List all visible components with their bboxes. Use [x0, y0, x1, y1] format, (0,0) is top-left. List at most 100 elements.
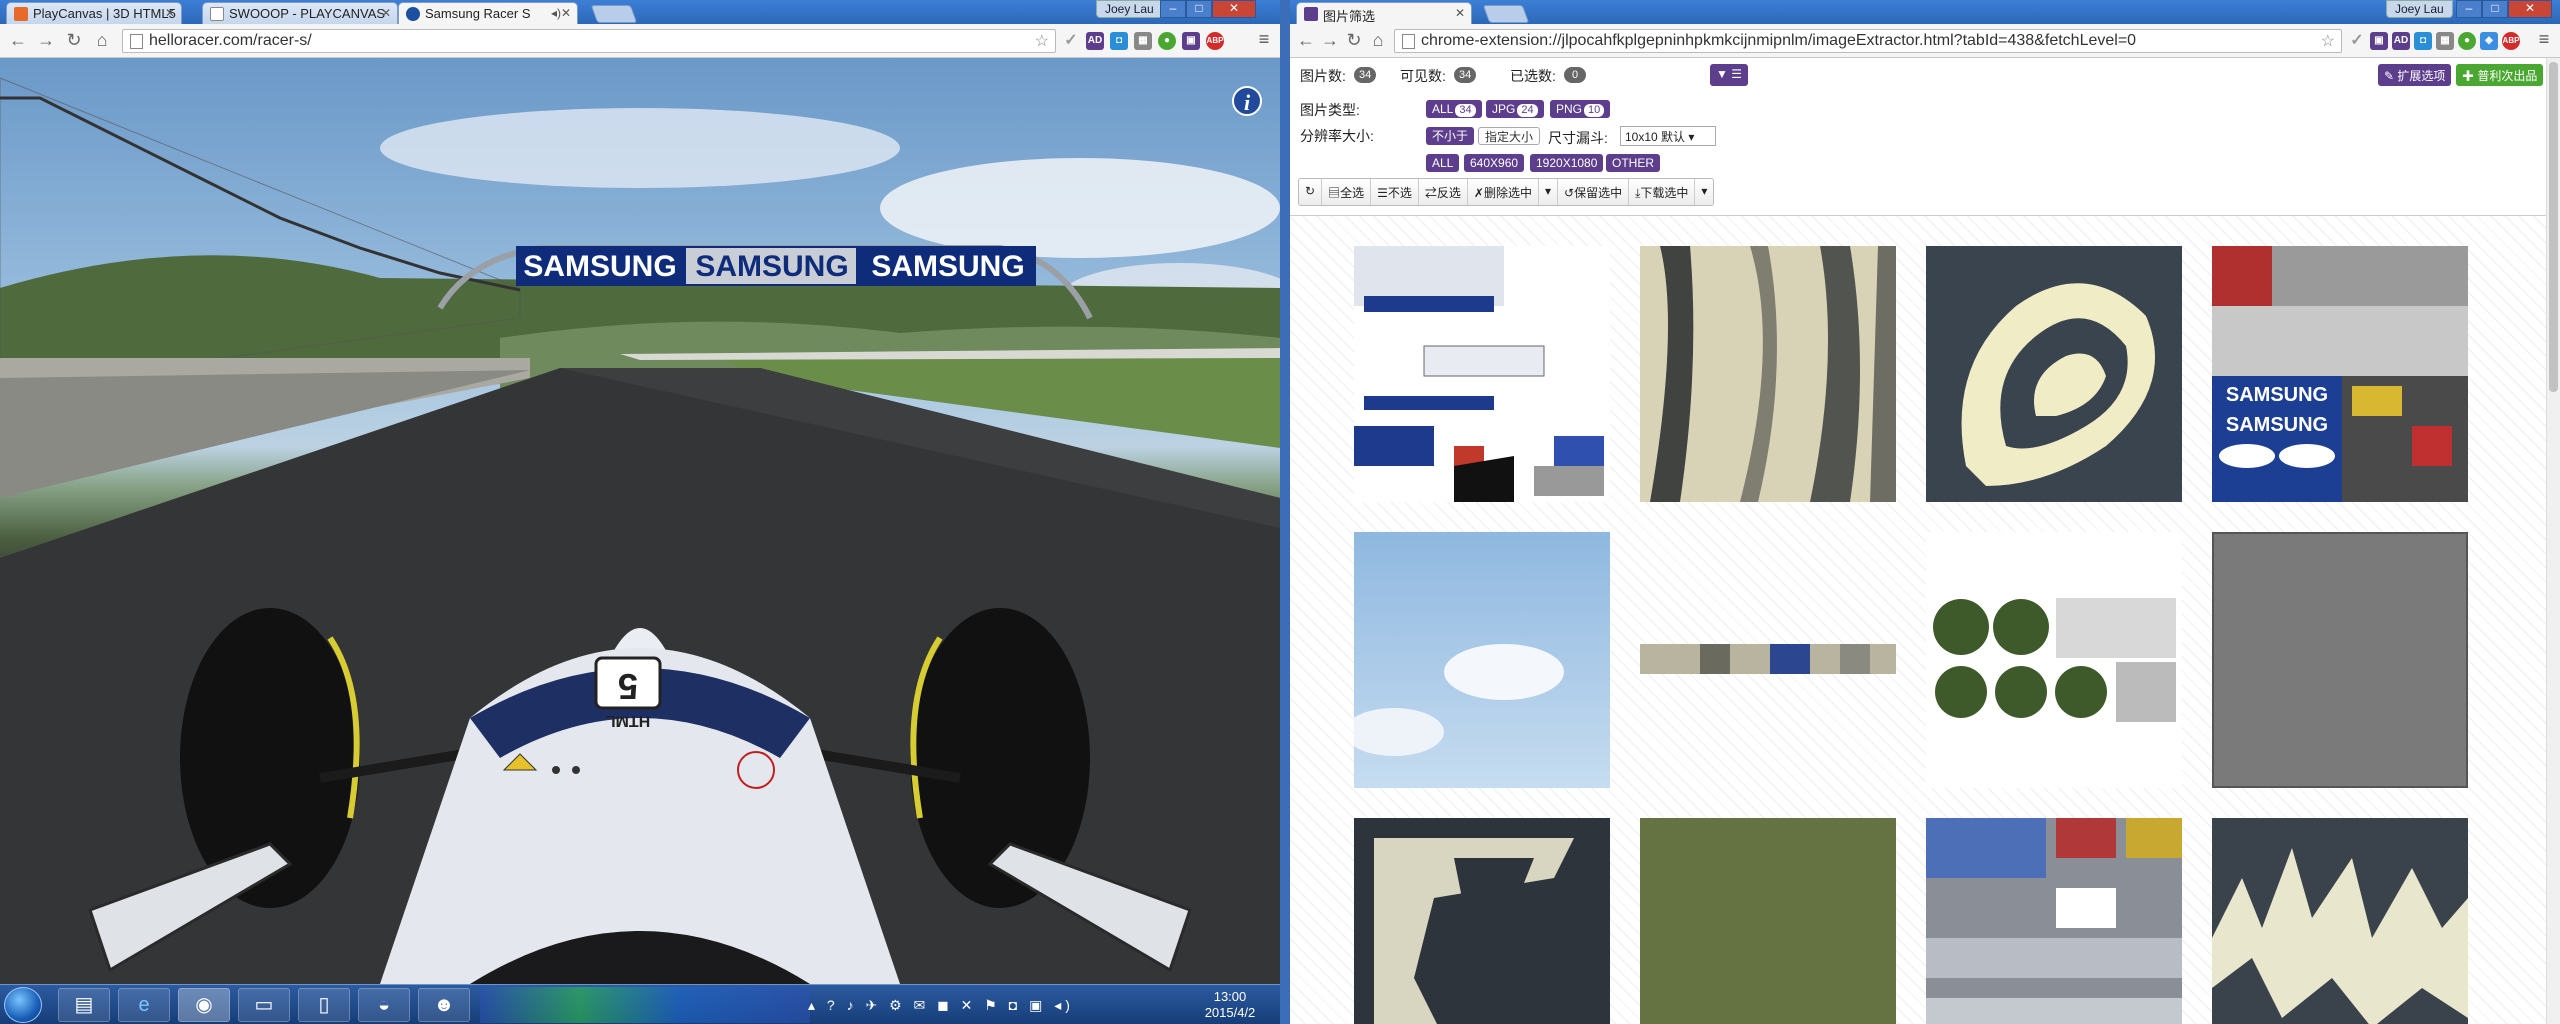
- tab-swooop[interactable]: SWOOOP - PLAYCANVAS ✕: [202, 2, 398, 24]
- new-tab-button[interactable]: [1482, 5, 1530, 23]
- ad-extension-icon[interactable]: AD: [1086, 32, 1104, 50]
- explorer-taskbar-icon[interactable]: ▤: [58, 988, 110, 1022]
- select-all-button[interactable]: ▤全选: [1322, 179, 1372, 205]
- specify-size-button[interactable]: 指定大小: [1478, 127, 1541, 145]
- forward-icon[interactable]: →: [1320, 31, 1340, 51]
- minimize-icon[interactable]: –: [1160, 0, 1186, 18]
- address-bar[interactable]: chrome-extension://jlpocahfkplgepninhpkm…: [1394, 29, 2342, 53]
- scrollbar-thumb[interactable]: [2549, 62, 2558, 392]
- close-window-icon[interactable]: ✕: [1212, 0, 1256, 18]
- adblock-icon[interactable]: ABP: [2502, 32, 2520, 50]
- check-icon[interactable]: ✓: [1062, 32, 1080, 50]
- app-taskbar-icon[interactable]: ◒: [358, 988, 410, 1022]
- right-toolbar: ← → ↻ ⌂ chrome-extension://jlpocahfkplge…: [1290, 24, 2560, 58]
- extension-icon[interactable]: ▦: [1134, 32, 1152, 50]
- size-other-button[interactable]: OTHER: [1606, 154, 1660, 172]
- image-thumbnail[interactable]: [1926, 818, 2182, 1024]
- image-thumbnail[interactable]: [1354, 818, 1610, 1024]
- image-thumbnail[interactable]: [1354, 246, 1610, 502]
- extension-icon[interactable]: ●: [1158, 32, 1176, 50]
- system-tray[interactable]: ▴ ? ♪ ✈ ⚙ ✉ ◼ ✕ ⚑ ◘ ▣ ◂): [808, 987, 1188, 1023]
- clock[interactable]: 13:00 2015/4/2: [1190, 987, 1270, 1023]
- adblock-icon[interactable]: ABP: [1206, 32, 1224, 50]
- ad-extension-icon[interactable]: AD: [2392, 32, 2410, 50]
- size-all-button[interactable]: ALL: [1426, 154, 1460, 172]
- type-all-button[interactable]: ALL 34: [1426, 100, 1482, 118]
- tab-image-filter[interactable]: 图片筛选 ✕: [1296, 2, 1472, 24]
- delete-selected-button[interactable]: ✗删除选中: [1468, 179, 1539, 205]
- image-thumbnail[interactable]: SAMSUNG SAMSUNG: [2212, 246, 2468, 502]
- star-icon[interactable]: ☆: [2321, 31, 2335, 51]
- type-jpg-button[interactable]: JPG 24: [1486, 100, 1544, 118]
- vertical-scrollbar[interactable]: [2546, 58, 2560, 1024]
- delete-dropdown-button[interactable]: ▾: [1539, 179, 1559, 205]
- download-dropdown-button[interactable]: ▾: [1695, 179, 1713, 205]
- new-tab-button[interactable]: [590, 5, 638, 23]
- invert-selection-button[interactable]: ⇄反选: [1419, 179, 1468, 205]
- image-thumbnail[interactable]: [1354, 532, 1610, 788]
- size-640x960-button[interactable]: 640X960: [1464, 154, 1525, 172]
- close-icon[interactable]: ✕: [561, 6, 571, 20]
- app-taskbar-icon[interactable]: ☻: [418, 988, 470, 1022]
- image-thumbnail[interactable]: [2212, 818, 2468, 1024]
- select-none-button[interactable]: ☰不选: [1371, 179, 1419, 205]
- ie-taskbar-icon[interactable]: e: [118, 988, 170, 1022]
- extension-icon[interactable]: ▦: [2436, 32, 2454, 50]
- start-button[interactable]: [4, 987, 42, 1023]
- document-taskbar-icon[interactable]: ▯: [298, 988, 350, 1022]
- image-thumbnail[interactable]: [1926, 532, 2182, 788]
- user-badge[interactable]: Joey Lau: [2386, 0, 2453, 18]
- tab-playcanvas[interactable]: PlayCanvas | 3D HTML5 ✕: [6, 2, 182, 24]
- close-icon[interactable]: ✕: [381, 6, 391, 20]
- chrome-taskbar-icon[interactable]: ◉: [178, 988, 230, 1022]
- minimize-icon[interactable]: –: [2456, 0, 2482, 18]
- reload-icon[interactable]: ↻: [64, 31, 84, 51]
- star-icon[interactable]: ☆: [1035, 31, 1049, 51]
- image-filter-extension-icon[interactable]: ▣: [1182, 32, 1200, 50]
- product-button[interactable]: ✚ 普利次出品: [2456, 64, 2544, 86]
- left-browser-window: PlayCanvas | 3D HTML5 ✕ SWOOOP - PLAYCAN…: [0, 0, 1280, 1024]
- image-filter-extension-icon[interactable]: ▣: [2370, 32, 2388, 50]
- filter-toggle-button[interactable]: ▼ ☰: [1710, 64, 1748, 86]
- menu-icon[interactable]: ≡: [2536, 30, 2552, 48]
- extension-icon[interactable]: ◈: [2480, 32, 2498, 50]
- right-tab-strip: 图片筛选 ✕ Joey Lau – □ ✕: [1290, 0, 2560, 24]
- user-badge[interactable]: Joey Lau: [1096, 0, 1163, 18]
- maximize-icon[interactable]: □: [2482, 0, 2508, 18]
- type-png-button[interactable]: PNG 10: [1550, 100, 1611, 118]
- download-selected-button[interactable]: ⤓下载选中: [1629, 179, 1696, 205]
- menu-icon[interactable]: ≡: [1256, 30, 1272, 48]
- refresh-button[interactable]: ↻: [1299, 179, 1323, 205]
- extension-icon[interactable]: ●: [2458, 32, 2476, 50]
- page-favicon-icon: [210, 7, 224, 21]
- extension-icon[interactable]: ◘: [2414, 32, 2432, 50]
- image-thumbnail[interactable]: [1640, 532, 1896, 788]
- image-thumbnail[interactable]: [1640, 246, 1896, 502]
- maximize-icon[interactable]: □: [1186, 0, 1212, 18]
- extension-icon[interactable]: ◘: [1110, 32, 1128, 50]
- image-thumbnail[interactable]: [1640, 818, 1896, 1024]
- back-icon[interactable]: ←: [8, 31, 28, 51]
- keep-selected-button[interactable]: ↺保留选中: [1558, 179, 1630, 205]
- terminal-taskbar-icon[interactable]: ▭: [238, 988, 290, 1022]
- address-bar[interactable]: helloracer.com/racer-s/ ☆: [122, 29, 1056, 53]
- home-icon[interactable]: ⌂: [92, 31, 112, 51]
- close-icon[interactable]: ✕: [1455, 6, 1465, 20]
- close-window-icon[interactable]: ✕: [2508, 0, 2552, 18]
- size-1920x1080-button[interactable]: 1920X1080: [1530, 154, 1604, 172]
- image-thumbnail[interactable]: [1926, 246, 2182, 502]
- forward-icon[interactable]: →: [36, 31, 56, 51]
- reload-icon[interactable]: ↻: [1344, 31, 1364, 51]
- home-icon[interactable]: ⌂: [1368, 31, 1388, 51]
- no-less-than-button[interactable]: 不小于: [1426, 127, 1475, 145]
- extension-options-button[interactable]: ✎ 扩展选项: [2378, 64, 2452, 86]
- check-icon[interactable]: ✓: [2348, 32, 2366, 50]
- concrete-texture-image: [2212, 532, 2468, 788]
- back-icon[interactable]: ←: [1296, 31, 1316, 51]
- size-funnel-select[interactable]: 10x10 默认 ▾: [1620, 126, 1716, 146]
- racing-game-canvas[interactable]: SAMSUNG SAMSUNG SAMSUNG 5 HTML i: [0, 58, 1280, 984]
- close-icon[interactable]: ✕: [165, 6, 175, 20]
- image-thumbnail[interactable]: [2212, 532, 2468, 788]
- tab-samsung-racer[interactable]: Samsung Racer S ◂) ✕: [398, 2, 578, 24]
- info-button[interactable]: i: [1232, 86, 1262, 116]
